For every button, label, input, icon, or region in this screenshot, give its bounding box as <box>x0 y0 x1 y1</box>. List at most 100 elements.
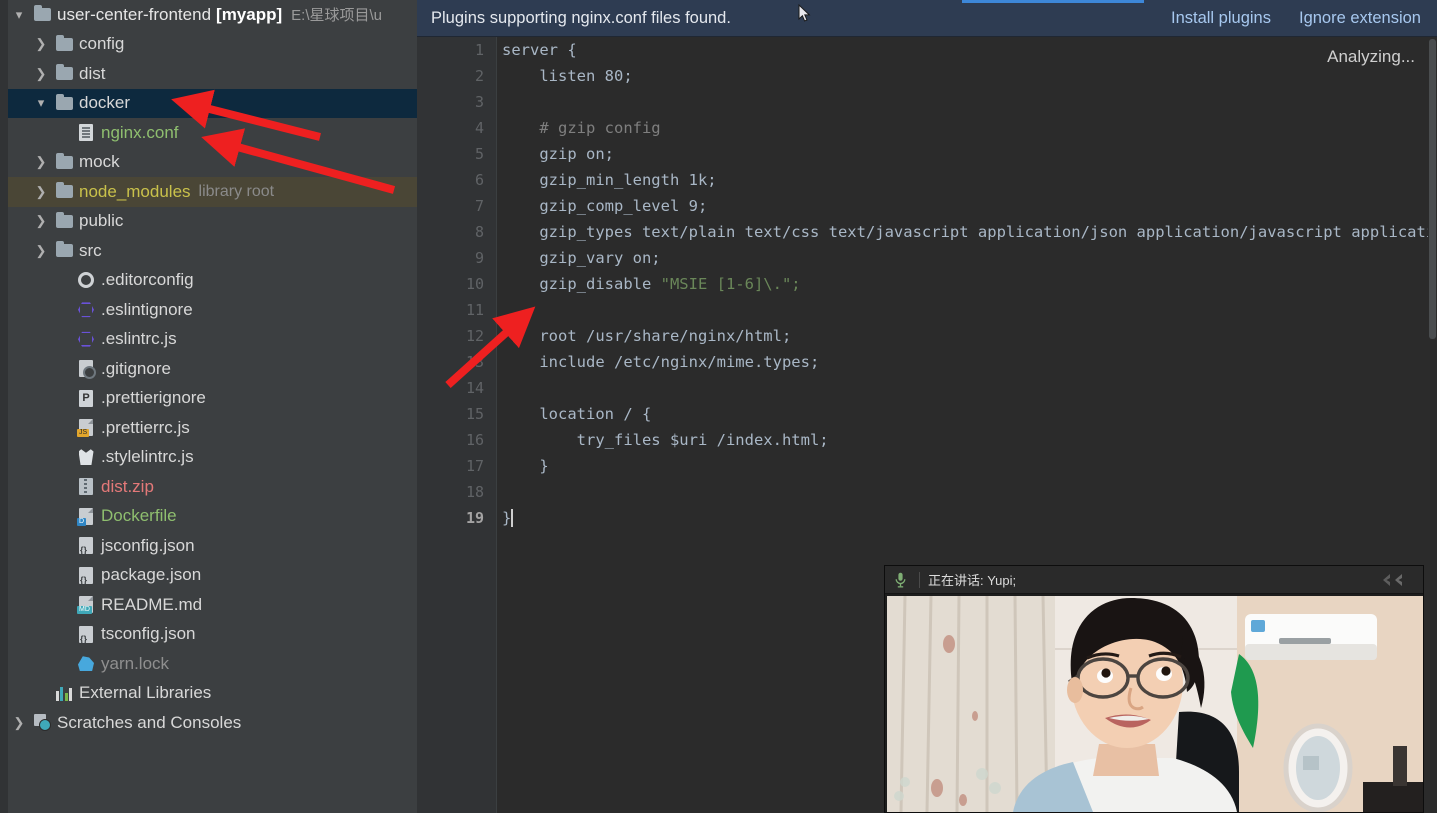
chevron-placeholder <box>52 273 74 288</box>
chevron-placeholder <box>52 627 74 642</box>
code-text: server { <box>502 41 577 59</box>
tool-window-strip <box>0 0 8 813</box>
chevron-placeholder <box>52 302 74 317</box>
tree-row-tsconfig[interactable]: tsconfig.json <box>0 620 417 650</box>
tree-row-gitignore[interactable]: .gitignore <box>0 354 417 384</box>
code-line[interactable]: server { <box>502 37 1437 63</box>
chevron-right-icon[interactable]: ❯ <box>30 36 52 52</box>
tree-row-mock[interactable]: ❯ mock <box>0 148 417 178</box>
line-number: 2 <box>474 67 484 85</box>
tree-row-src[interactable]: ❯ src <box>0 236 417 266</box>
tree-row-nginx-conf[interactable]: nginx.conf <box>0 118 417 148</box>
tree-row-readme[interactable]: MD README.md <box>0 590 417 620</box>
code-line[interactable]: include /etc/nginx/mime.types; <box>502 349 1437 375</box>
project-tool-window: ▾ user-center-frontend [myapp] E:\星球项目\u… <box>0 0 417 813</box>
dockerfile-icon: D <box>74 507 98 526</box>
code-text: try_files $uri /index.html; <box>502 431 829 449</box>
tree-item-label: .prettierrc.js <box>101 417 190 437</box>
code-line[interactable] <box>502 89 1437 115</box>
project-root-name: user-center-frontend <box>57 4 212 24</box>
line-number: 3 <box>474 93 484 111</box>
code-line[interactable]: } <box>502 505 1437 531</box>
chevron-placeholder <box>52 391 74 406</box>
tree-row-node-modules[interactable]: ❯ node_modules library root <box>0 177 417 207</box>
tree-row-dockerfile[interactable]: D Dockerfile <box>0 502 417 532</box>
tree-item-label: mock <box>79 152 120 172</box>
code-line[interactable]: try_files $uri /index.html; <box>502 427 1437 453</box>
code-line[interactable] <box>502 297 1437 323</box>
tree-item-label: .eslintrc.js <box>101 329 177 349</box>
tree-item-label: config <box>79 34 125 54</box>
folder-icon <box>52 152 76 169</box>
code-line[interactable]: location / { <box>502 401 1437 427</box>
tree-row-eslintignore[interactable]: .eslintignore <box>0 295 417 325</box>
webcam-video-feed[interactable] <box>887 596 1423 812</box>
tree-item-label: yarn.lock <box>101 653 170 673</box>
ignore-extension-link[interactable]: Ignore extension <box>1299 9 1421 28</box>
tree-row-stylelintrc[interactable]: .stylelintrc.js <box>0 443 417 473</box>
tree-row-eslintrc[interactable]: .eslintrc.js <box>0 325 417 355</box>
code-line[interactable]: listen 80; <box>502 63 1437 89</box>
tree-row-docker[interactable]: ▾ docker <box>0 88 417 118</box>
tree-row-prettierignore[interactable]: P .prettierignore <box>0 384 417 414</box>
tree-row-public[interactable]: ❯ public <box>0 207 417 237</box>
install-plugins-link[interactable]: Install plugins <box>1171 9 1271 28</box>
chevron-right-icon[interactable]: ❯ <box>30 243 52 259</box>
chevron-placeholder <box>52 420 74 435</box>
tree-row-package[interactable]: package.json <box>0 561 417 591</box>
line-number: 17 <box>465 457 484 475</box>
chevron-right-icon[interactable]: ❯ <box>30 154 52 170</box>
code-line[interactable] <box>502 479 1437 505</box>
line-number: 1 <box>474 41 484 59</box>
double-chevron-left-icon[interactable] <box>1375 573 1409 587</box>
tree-row-dist-zip[interactable]: dist.zip <box>0 472 417 502</box>
line-number: 11 <box>465 301 484 319</box>
tree-row-external-libraries[interactable]: External Libraries <box>0 679 417 709</box>
chevron-down-icon[interactable]: ▾ <box>30 95 52 111</box>
tree-row-config[interactable]: ❯ config <box>0 30 417 60</box>
chevron-placeholder <box>52 479 74 494</box>
code-line[interactable]: gzip_types text/plain text/css text/java… <box>502 219 1437 245</box>
scrollbar-thumb[interactable] <box>1429 39 1436 339</box>
tree-row-yarnlock[interactable]: yarn.lock <box>0 649 417 679</box>
folder-icon <box>52 64 76 81</box>
chevron-right-icon[interactable]: ❯ <box>30 213 52 229</box>
json-file-icon <box>74 537 98 555</box>
editor-scrollbar[interactable] <box>1428 37 1437 813</box>
project-module-name: [myapp] <box>216 4 283 24</box>
code-line[interactable]: # gzip config <box>502 115 1437 141</box>
code-line[interactable]: gzip_min_length 1k; <box>502 167 1437 193</box>
scratches-icon <box>30 714 54 732</box>
tree-row-editorconfig[interactable]: .editorconfig <box>0 266 417 296</box>
code-line[interactable]: gzip_comp_level 9; <box>502 193 1437 219</box>
code-line[interactable]: gzip on; <box>502 141 1437 167</box>
tree-row-scratches[interactable]: ❯ Scratches and Consoles <box>0 708 417 738</box>
line-number: 9 <box>474 249 484 267</box>
chevron-right-icon[interactable]: ❯ <box>30 66 52 82</box>
tree-row-jsconfig[interactable]: jsconfig.json <box>0 531 417 561</box>
webcam-scene <box>887 596 1423 812</box>
code-line[interactable]: gzip_vary on; <box>502 245 1437 271</box>
video-call-overlay[interactable]: 正在讲话: Yupi; <box>884 565 1424 813</box>
chevron-right-icon[interactable]: ❯ <box>8 715 30 731</box>
code-text: gzip_comp_level 9; <box>502 197 708 215</box>
code-line[interactable] <box>502 375 1437 401</box>
notification-message: Plugins supporting nginx.conf files foun… <box>431 8 731 27</box>
chevron-placeholder <box>52 656 74 671</box>
chevron-right-icon[interactable]: ❯ <box>30 184 52 200</box>
tree-row-dist[interactable]: ❯ dist <box>0 59 417 89</box>
tree-row-project-root[interactable]: ▾ user-center-frontend [myapp] E:\星球项目\u <box>0 0 417 30</box>
line-number: 16 <box>465 431 484 449</box>
code-text: gzip_types text/plain text/css text/java… <box>502 223 1437 241</box>
code-text: gzip_min_length 1k; <box>502 171 717 189</box>
chevron-down-icon[interactable]: ▾ <box>8 7 30 23</box>
tree-row-prettierrc[interactable]: JS .prettierrc.js <box>0 413 417 443</box>
active-tab-accent <box>962 0 1144 3</box>
code-line[interactable]: } <box>502 453 1437 479</box>
code-line[interactable]: gzip_disable "MSIE [1-6]\."; <box>502 271 1437 297</box>
code-line[interactable]: root /usr/share/nginx/html; <box>502 323 1437 349</box>
line-number: 4 <box>474 119 484 137</box>
chevron-placeholder <box>52 125 74 140</box>
editor-gutter[interactable]: 1 2 3 4 5 6 7 8 9 10 11 12 13 14 15 16 17 18 19 <box>417 37 497 813</box>
tree-item-label: README.md <box>101 594 203 614</box>
